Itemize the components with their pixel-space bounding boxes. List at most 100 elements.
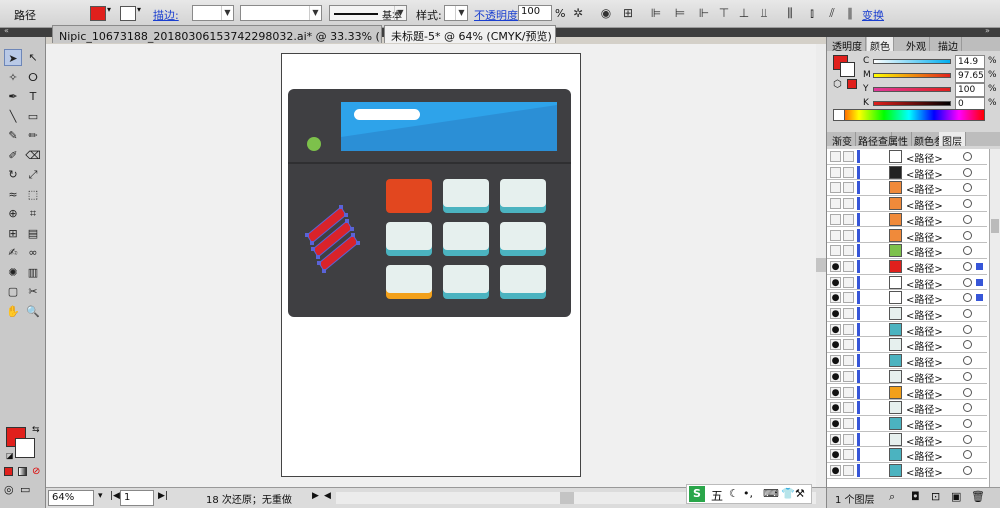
blob-brush-tool-icon[interactable]: ✐: [4, 147, 22, 164]
clipping-mask-icon[interactable]: ◘: [911, 490, 920, 503]
visibility-eye-icon[interactable]: ●: [830, 465, 841, 476]
tab-nipic-document[interactable]: Nipic_10673188_20180306153742298032.ai* …: [52, 25, 382, 43]
scroll-thumb[interactable]: [991, 219, 999, 233]
artboard-tool-icon[interactable]: ▢: [4, 283, 22, 300]
collapse-icon[interactable]: «: [4, 26, 9, 35]
target-icon[interactable]: [963, 387, 972, 397]
distribute-top-icon[interactable]: ⫼: [782, 5, 798, 21]
channel-slider-m[interactable]: [873, 73, 951, 78]
target-icon[interactable]: [963, 340, 972, 350]
scroll-left-icon[interactable]: ◀: [324, 491, 331, 501]
tab-untitled-5[interactable]: 未标题-5* @ 64% (CMYK/预览)×: [384, 25, 556, 43]
visibility-eye-icon[interactable]: ●: [830, 370, 841, 382]
distribute-center-icon[interactable]: ⫾: [804, 5, 820, 21]
lock-toggle[interactable]: [843, 386, 854, 398]
new-layer-icon[interactable]: ▣: [951, 490, 961, 503]
punctuation-icon[interactable]: •,: [743, 487, 753, 500]
layer-name[interactable]: <路径>: [906, 464, 943, 479]
layer-row[interactable]: <路径>: [827, 211, 987, 228]
layer-name[interactable]: <路径>: [906, 276, 943, 291]
zoom-field[interactable]: 64%: [48, 490, 94, 506]
layer-row[interactable]: ● <路径>: [827, 290, 987, 306]
lasso-tool-icon[interactable]: ⵔ: [24, 69, 42, 86]
lock-toggle[interactable]: [843, 465, 854, 476]
layer-row[interactable]: ● <路径>: [827, 447, 987, 463]
target-icon[interactable]: [963, 356, 972, 366]
visibility-eye-icon[interactable]: ●: [830, 260, 841, 272]
none-mode-icon[interactable]: ⊘: [32, 466, 40, 477]
target-icon[interactable]: [963, 293, 972, 303]
fill-swatch[interactable]: [90, 6, 106, 21]
graphic-style-dropdown[interactable]: ▼: [444, 5, 468, 21]
target-icon[interactable]: [963, 309, 972, 318]
target-icon[interactable]: [963, 246, 972, 256]
fill-dropdown-icon[interactable]: ▾: [107, 5, 111, 14]
lock-toggle[interactable]: [843, 339, 854, 351]
ime-mode[interactable]: 五: [711, 487, 723, 504]
target-icon[interactable]: [963, 466, 972, 475]
scroll-thumb[interactable]: [560, 492, 574, 504]
free-transform-tool-icon[interactable]: ⬚: [24, 186, 42, 203]
moon-icon[interactable]: ☾: [729, 487, 739, 500]
scale-tool-icon[interactable]: ⤢: [24, 166, 42, 183]
canvas-vertical-scrollbar[interactable]: [816, 44, 826, 487]
tab-stroke[interactable]: 描边: [935, 37, 962, 53]
slice-tool-icon[interactable]: ✂: [24, 283, 42, 300]
layer-name[interactable]: <路径>: [906, 197, 943, 212]
visibility-eye-icon[interactable]: ●: [830, 433, 841, 445]
layer-row[interactable]: ● <路径>: [827, 463, 987, 479]
selection-indicator[interactable]: [976, 262, 983, 270]
pen-tool-icon[interactable]: ✒: [4, 88, 22, 105]
eyedropper-tool-icon[interactable]: ✍: [4, 244, 22, 261]
ime-logo-icon[interactable]: S: [689, 486, 705, 502]
keyboard-icon[interactable]: ⌨: [763, 487, 779, 500]
variable-width-profile[interactable]: ▼: [240, 5, 322, 21]
layer-row[interactable]: <路径>: [827, 196, 987, 212]
layer-row[interactable]: ● <路径>: [827, 274, 987, 291]
layer-row[interactable]: <路径>: [827, 149, 987, 165]
stroke-dropdown-icon[interactable]: ▾: [137, 5, 141, 14]
channel-slider-y[interactable]: [873, 87, 951, 92]
tab-transparency[interactable]: 透明度: [829, 37, 866, 53]
align-bottom-icon[interactable]: ⫫: [756, 5, 772, 21]
chevron-down-icon[interactable]: ▾: [98, 491, 103, 501]
line-tool-icon[interactable]: ╲: [4, 108, 22, 125]
layers-scrollbar[interactable]: [989, 149, 1000, 487]
stroke-weight-field[interactable]: ▼: [192, 5, 234, 21]
visibility-eye-icon[interactable]: [830, 166, 841, 178]
mesh-tool-icon[interactable]: ⊞: [4, 225, 22, 242]
transform-link[interactable]: 变换: [862, 7, 884, 23]
distribute-bottom-icon[interactable]: ⫽: [824, 5, 840, 21]
lock-toggle[interactable]: [843, 417, 854, 429]
panel-stroke-swatch[interactable]: [840, 62, 855, 77]
layer-row[interactable]: ● <路径>: [827, 337, 987, 353]
column-graph-tool-icon[interactable]: ▥: [24, 264, 42, 281]
draw-mode-icon[interactable]: ◎: [4, 483, 14, 496]
layer-name[interactable]: <路径>: [906, 229, 943, 244]
calculator-key[interactable]: [443, 265, 489, 299]
target-icon[interactable]: [963, 418, 972, 428]
calculator-artwork[interactable]: [288, 89, 572, 319]
blend-tool-icon[interactable]: ∞: [24, 244, 42, 261]
opacity-label[interactable]: 不透明度:: [474, 7, 522, 23]
align-left-icon[interactable]: ⊫: [648, 5, 664, 21]
target-icon[interactable]: [963, 403, 972, 413]
tab-attributes[interactable]: 属性: [885, 132, 912, 148]
target-icon[interactable]: [963, 152, 972, 161]
lock-toggle[interactable]: [843, 355, 854, 367]
lock-toggle[interactable]: [843, 292, 854, 304]
visibility-eye-icon[interactable]: ●: [830, 355, 841, 367]
direct-selection-tool-icon[interactable]: ↖: [24, 49, 42, 66]
default-colors-icon[interactable]: ◪: [6, 451, 14, 460]
visibility-eye-icon[interactable]: ●: [830, 386, 841, 398]
layer-name[interactable]: <路径>: [906, 323, 943, 338]
channel-slider-c[interactable]: [873, 59, 951, 64]
layer-name[interactable]: <路径>: [906, 181, 943, 196]
perspective-grid-tool-icon[interactable]: ⌗: [24, 205, 42, 222]
lock-toggle[interactable]: [843, 308, 854, 319]
pencil-tool-icon[interactable]: ✏: [24, 127, 42, 144]
layer-row[interactable]: ● <路径>: [827, 431, 987, 448]
target-icon[interactable]: [963, 324, 972, 334]
stroke-swatch[interactable]: [120, 6, 136, 21]
scroll-thumb[interactable]: [816, 258, 826, 272]
